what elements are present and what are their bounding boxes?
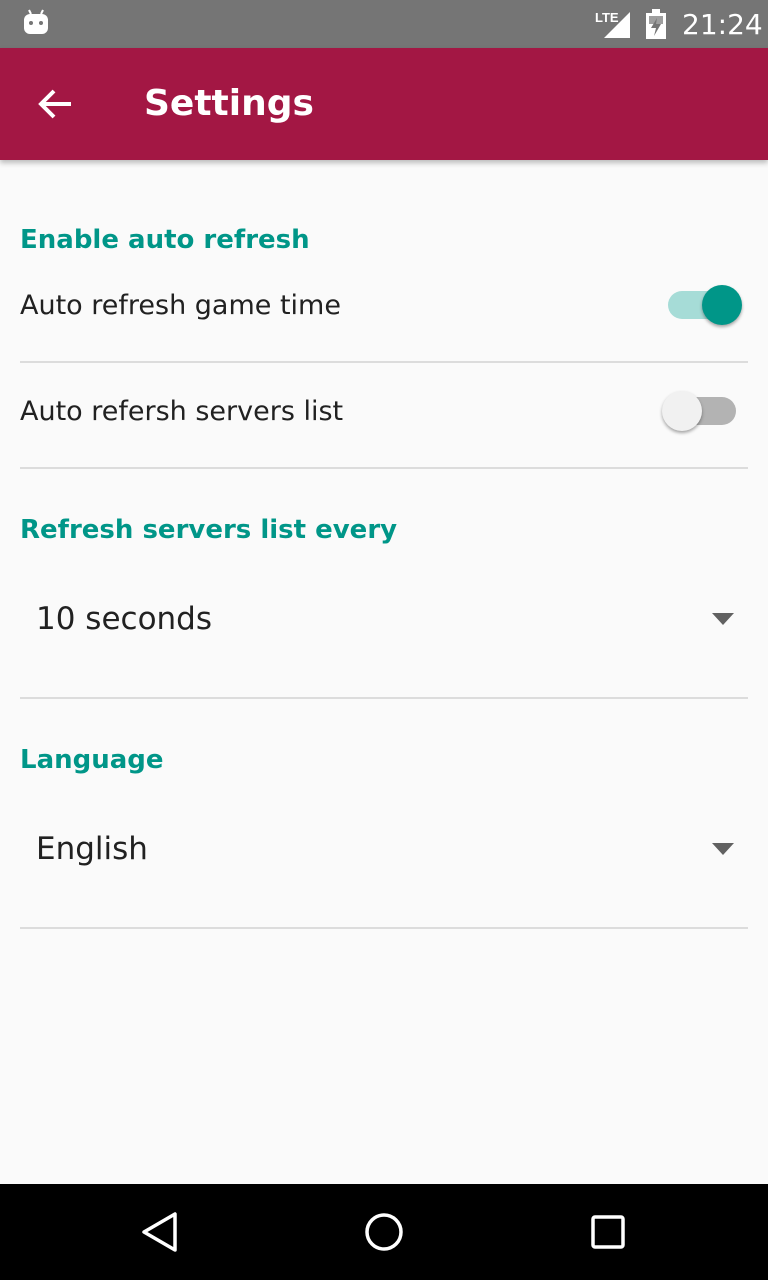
lte-signal-icon: LTE	[595, 10, 630, 38]
back-button[interactable]	[28, 76, 84, 132]
app-bar: Settings	[0, 48, 768, 160]
dropdown-arrow-icon	[712, 613, 734, 625]
pref-label-servers-list: Auto refersh servers list	[20, 396, 344, 427]
pref-auto-refresh-servers-list[interactable]: Auto refersh servers list	[0, 376, 768, 468]
toggle-auto-refresh-servers-list[interactable]	[662, 388, 742, 434]
dropdown-arrow-icon	[712, 843, 734, 855]
pref-label-game-time: Auto refresh game time	[20, 290, 341, 321]
status-time: 21:24	[682, 8, 763, 41]
divider	[20, 697, 748, 699]
divider	[20, 361, 748, 363]
nav-back-button[interactable]	[136, 1208, 184, 1256]
section-header-language: Language	[20, 745, 164, 775]
home-circle-icon	[365, 1213, 403, 1251]
status-bar: LTE 21:24	[0, 0, 768, 48]
section-header-auto-refresh: Enable auto refresh	[20, 225, 310, 255]
divider	[20, 927, 748, 929]
language-dropdown[interactable]: English	[20, 803, 748, 893]
arrow-back-icon	[38, 89, 71, 119]
page-title: Settings	[144, 83, 314, 124]
android-icon	[24, 9, 48, 34]
section-header-refresh-interval: Refresh servers list every	[20, 515, 398, 545]
nav-recents-button[interactable]	[584, 1208, 632, 1256]
battery-icon	[646, 9, 666, 39]
back-triangle-icon	[142, 1212, 177, 1252]
refresh-interval-dropdown[interactable]: 10 seconds	[20, 573, 748, 663]
recents-square-icon	[591, 1215, 625, 1249]
pref-auto-refresh-game-time[interactable]: Auto refresh game time	[0, 270, 768, 362]
toggle-auto-refresh-game-time[interactable]	[662, 282, 742, 328]
switch-thumb	[662, 391, 702, 431]
refresh-interval-value: 10 seconds	[36, 601, 213, 637]
divider	[20, 467, 748, 469]
nav-home-button[interactable]	[360, 1208, 408, 1256]
navigation-bar	[0, 1184, 768, 1280]
language-value: English	[36, 831, 148, 867]
network-type-label: LTE	[595, 10, 619, 25]
switch-thumb	[702, 285, 742, 325]
